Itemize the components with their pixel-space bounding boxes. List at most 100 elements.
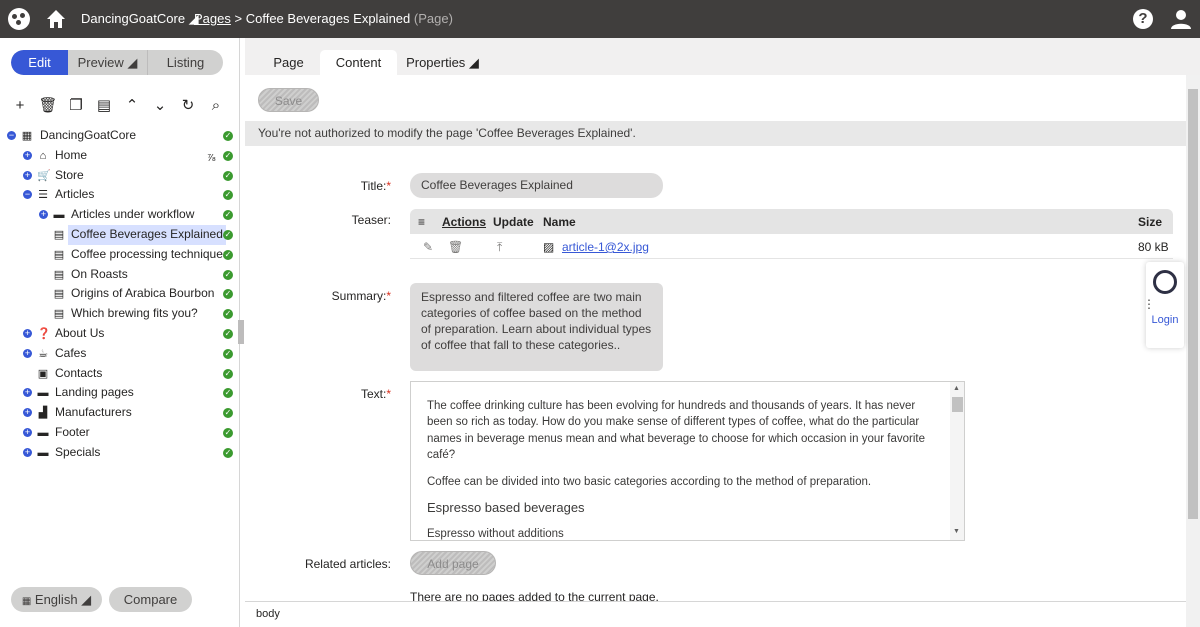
top-bar: DancingGoatCore ◢ Pages > Coffee Beverag… (0, 0, 1200, 38)
editor-scrollbar[interactable]: ▲ ▼ (950, 382, 964, 540)
preview-mode-button[interactable]: Preview ◢ (68, 50, 148, 75)
question-icon: ❓ (37, 327, 51, 340)
published-icon: ✓ (223, 388, 233, 399)
page-icon: ▤ (53, 228, 65, 241)
editor-heading: Espresso based beverages (427, 500, 585, 516)
upload-icon[interactable]: ⤒ (497, 240, 502, 255)
title-label: Title:* (360, 179, 391, 193)
tree-node-contacts[interactable]: ▣ Contacts ✓ (0, 364, 240, 384)
expand-icon[interactable]: + (23, 388, 32, 398)
site-selector[interactable]: DancingGoatCore ◢ (81, 11, 199, 27)
tree-node-cafes[interactable]: + ☕ Cafes ✓ (0, 344, 240, 364)
save-button[interactable]: Save (258, 88, 319, 112)
scroll-thumb[interactable] (952, 397, 963, 412)
edit-mode-button[interactable]: Edit (11, 50, 68, 75)
expand-icon[interactable]: + (39, 210, 48, 220)
tab-content[interactable]: Content (320, 50, 397, 75)
pane-resize-handle[interactable] (238, 320, 244, 344)
published-icon: ✓ (223, 170, 233, 181)
page-scrollbar[interactable] (1186, 75, 1200, 627)
articles-icon: ☰ (38, 189, 48, 202)
title-input[interactable]: Coffee Beverages Explained (410, 173, 663, 198)
folder-icon: ▬ (37, 426, 49, 439)
scroll-down-icon[interactable]: ▼ (953, 528, 960, 535)
text-rich-editor[interactable]: The coffee drinking culture has been evo… (410, 381, 965, 541)
breadcrumb-pages-link[interactable]: Pages (194, 11, 231, 26)
expand-icon[interactable]: + (23, 170, 32, 180)
tab-page[interactable]: Page (261, 50, 316, 75)
tree-node-coffee-processing-techniques[interactable]: ▤ Coffee processing techniques ✓ (0, 245, 240, 265)
compare-button[interactable]: Compare (109, 587, 192, 612)
language-selector[interactable]: ▦ English ◢ (11, 587, 102, 612)
tree-node-articles[interactable]: − ☰ Articles ✓ (0, 185, 240, 205)
tree-node-root[interactable]: − ▦ DancingGoatCore ✓ (0, 126, 240, 146)
move-icon[interactable]: ▤ (94, 96, 114, 116)
expand-icon[interactable]: + (23, 348, 32, 358)
add-icon[interactable]: + (10, 96, 30, 116)
move-up-icon[interactable]: ⌃ (122, 96, 142, 116)
expand-icon[interactable]: + (23, 447, 32, 457)
app-menu-icon[interactable] (8, 8, 30, 30)
page-icon: ▤ (53, 308, 65, 321)
folder-icon: ▬ (37, 446, 49, 459)
cup-icon: ☕ (38, 347, 48, 360)
delete-icon[interactable]: 🗑 (448, 240, 463, 254)
tree-node-coffee-beverages-explained[interactable]: ▤ Coffee Beverages Explained ✓ (0, 224, 240, 245)
tree-toolbar: + 🗑 ❐ ▤ ⌃ ⌄ ↻ ⌕ (10, 96, 226, 116)
image-icon: ▨ (543, 240, 555, 254)
table-row: ✎ 🗑 ⤒ ▨ article-1@2x.jpg 80 kB (410, 234, 1173, 259)
expand-icon[interactable]: + (23, 328, 32, 338)
teaser-label: Teaser: (351, 213, 391, 227)
listing-mode-button[interactable]: Listing (148, 50, 223, 75)
login-link[interactable]: Login (1146, 314, 1184, 326)
search-icon[interactable]: ⌕ (206, 96, 226, 116)
scroll-up-icon[interactable]: ▲ (953, 385, 960, 392)
help-icon[interactable]: ? (1133, 9, 1153, 29)
copy-icon[interactable]: ❐ (66, 96, 86, 116)
tree-node-label: Origins of Arabica Bourbon (71, 286, 215, 301)
home-icon[interactable] (44, 7, 68, 31)
move-down-icon[interactable]: ⌄ (150, 96, 170, 116)
delete-icon[interactable]: 🗑 (38, 96, 58, 116)
edit-icon[interactable]: ✎ (423, 240, 433, 254)
expand-icon[interactable]: + (23, 427, 32, 437)
tree-node-store[interactable]: + 🛒 Store ✓ (0, 166, 240, 186)
tree-node-about-us[interactable]: + ❓ About Us ✓ (0, 324, 240, 344)
page-icon: ▤ (53, 248, 65, 261)
page-icon: ▤ (53, 268, 65, 281)
tree-node-articles-under-workflow[interactable]: + ▬ Articles under workflow ✓ (0, 205, 240, 225)
user-icon[interactable] (1170, 8, 1192, 30)
tree-node-landing-pages[interactable]: + ▬ Landing pages ✓ (0, 383, 240, 403)
tree-node-on-roasts[interactable]: ▤ On Roasts ✓ (0, 265, 240, 285)
col-size: Size (1138, 215, 1163, 229)
teaser-attachment-grid: ≡ Actions Update Name Size ✎ 🗑 ⤒ ▨ artic… (410, 209, 1173, 259)
tree-node-manufacturers[interactable]: + ▟ Manufacturers ✓ (0, 403, 240, 423)
tree-node-label: Coffee Beverages Explained (68, 224, 226, 245)
login-widget[interactable]: ⋮ Login (1143, 262, 1184, 348)
tree-node-home[interactable]: + ⌂ Home ⅞ ✓ (0, 146, 240, 166)
element-path-statusbar: body (245, 601, 1186, 625)
tree-node-label: Cafes (55, 345, 87, 360)
expand-icon[interactable]: + (23, 408, 32, 418)
tree-node-which-brewing-fits-you[interactable]: ▤ Which brewing fits you? ✓ (0, 304, 240, 324)
more-icon[interactable]: ⋮ (1143, 297, 1155, 311)
tree-node-origins-of-arabica-bourbon[interactable]: ▤ Origins of Arabica Bourbon ✓ (0, 284, 240, 304)
tree-node-footer[interactable]: + ▬ Footer ✓ (0, 423, 240, 443)
tree-node-specials[interactable]: + ▬ Specials ✓ (0, 443, 240, 463)
col-actions[interactable]: Actions (442, 215, 486, 229)
page-scroll-thumb[interactable] (1188, 89, 1198, 519)
published-icon: ✓ (223, 269, 233, 280)
tree-node-label: Contacts (55, 365, 103, 380)
file-link[interactable]: article-1@2x.jpg (562, 240, 649, 254)
collapse-icon[interactable]: − (7, 131, 16, 140)
published-icon: ✓ (223, 447, 233, 458)
summary-textarea[interactable]: Espresso and filtered coffee are two mai… (410, 283, 663, 371)
add-page-button[interactable]: Add page (410, 551, 496, 575)
breadcrumb: Pages > Coffee Beverages Explained (Page… (194, 11, 453, 26)
expand-icon[interactable]: + (23, 150, 32, 160)
refresh-icon[interactable]: ↻ (178, 96, 198, 116)
collapse-icon[interactable]: − (23, 190, 32, 200)
drag-handle-icon[interactable]: ≡ (418, 215, 425, 229)
editor-body[interactable]: The coffee drinking culture has been evo… (427, 398, 927, 540)
tab-properties[interactable]: Properties ◢ (405, 50, 480, 75)
